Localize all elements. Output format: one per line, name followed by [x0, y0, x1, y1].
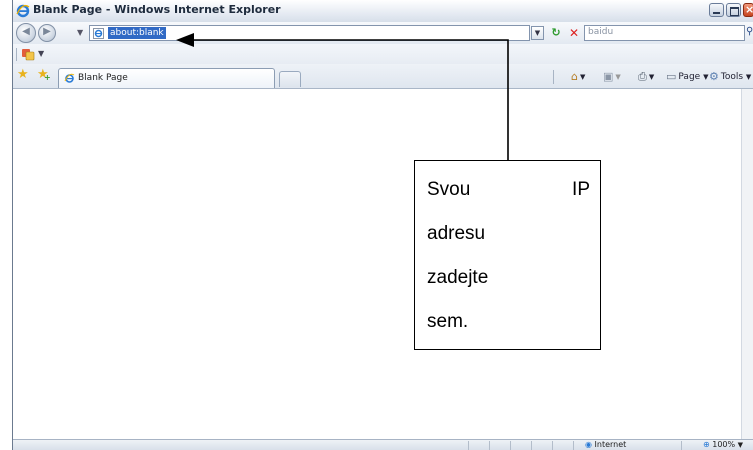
chevron-down-icon: ▼	[737, 441, 744, 449]
chevron-down-icon: ▼	[648, 73, 655, 81]
chevron-down-icon: ▼	[745, 73, 752, 81]
minimize-icon	[713, 12, 720, 14]
home-icon: ⌂	[571, 70, 578, 83]
status-divider	[489, 441, 490, 450]
page-menu-icon: ▭	[666, 70, 677, 83]
new-tab-button[interactable]	[279, 71, 301, 87]
stop-button[interactable]: ✕	[566, 25, 582, 41]
zoom-label: 100%	[712, 440, 736, 449]
status-divider	[552, 441, 553, 450]
navigation-bar: ◀ ▶ ▼ about:blank ▼ ↻ ✕ baidu ⚲	[13, 22, 753, 44]
address-dropdown-button[interactable]: ▼	[531, 26, 544, 40]
status-divider	[468, 441, 469, 450]
search-placeholder: baidu	[588, 27, 614, 37]
title-bar: Blank Page - Windows Internet Explorer ×	[13, 0, 753, 23]
maximize-button[interactable]	[726, 3, 741, 17]
page-icon	[64, 73, 75, 83]
tools-menu-label: Tools	[720, 72, 744, 82]
chevron-down-icon[interactable]: ▼	[38, 49, 44, 58]
page-icon	[93, 28, 104, 39]
toolbar-separator	[16, 48, 17, 61]
chevron-down-icon: ▼	[534, 29, 541, 37]
feeds-button[interactable]: ▣ ▼	[603, 70, 621, 83]
stop-icon: ✕	[568, 26, 580, 40]
close-icon: ×	[745, 3, 753, 16]
annotation-callout: Svou IP adresu zadejte sem.	[414, 160, 601, 350]
translate-icon[interactable]	[21, 47, 35, 61]
chevron-down-icon: ▼	[703, 73, 709, 81]
minimize-button[interactable]	[709, 3, 724, 17]
status-divider	[510, 441, 511, 450]
printer-icon: ⎙	[638, 70, 647, 83]
callout-word-svou: Svou	[427, 179, 471, 200]
refresh-button[interactable]: ↻	[548, 25, 564, 41]
ie-logo-icon	[16, 4, 30, 18]
feeds-icon: ▣	[603, 70, 614, 83]
maximize-icon	[730, 7, 739, 16]
callout-line-1: Svou IP	[427, 179, 590, 201]
tab-label: Blank Page	[78, 73, 128, 83]
zoom-icon: ⊕	[703, 440, 710, 449]
close-button[interactable]: ×	[743, 3, 753, 17]
callout-line-3: zadejte	[427, 267, 489, 288]
status-divider	[531, 441, 532, 450]
favorites-star-icon[interactable]: ★	[17, 67, 29, 82]
browser-window: Blank Page - Windows Internet Explorer ×…	[12, 0, 753, 450]
zone-label: Internet	[594, 440, 627, 449]
refresh-icon: ↻	[551, 26, 561, 39]
chevron-down-icon: ▼	[579, 73, 586, 81]
back-button[interactable]: ◀	[16, 23, 36, 43]
callout-line-4: sem.	[427, 311, 469, 332]
address-bar[interactable]: about:blank	[89, 25, 530, 41]
globe-icon: ◉	[585, 440, 592, 449]
tab-blank-page[interactable]: Blank Page	[58, 68, 275, 88]
vertical-scrollbar[interactable]	[741, 89, 753, 439]
status-bar: ◉ Internet ⊕ 100% ▼	[13, 439, 753, 450]
toolbar-row: ▼	[13, 44, 753, 65]
forward-button[interactable]: ▶	[38, 24, 56, 42]
home-button[interactable]: ⌂ ▼	[571, 70, 585, 83]
security-zone[interactable]: ◉ Internet	[585, 440, 626, 449]
forward-arrow-icon: ▶	[43, 26, 51, 37]
history-dropdown-icon[interactable]: ▼	[77, 28, 83, 37]
search-icon: ⚲	[746, 26, 753, 37]
gear-icon: ⚙	[709, 70, 719, 83]
tab-bar: ★ ★ + Blank Page ⌂ ▼ ▣ ▼ ⎙ ▼ ▭ Page ▼ ⚙ Tools	[13, 64, 753, 89]
chevron-down-icon: ▼	[615, 73, 621, 81]
tools-menu-button[interactable]: ⚙ Tools ▼	[709, 70, 751, 83]
search-box[interactable]: baidu	[584, 25, 745, 41]
callout-word-ip: IP	[572, 179, 590, 200]
zoom-control[interactable]: ⊕ 100% ▼	[703, 440, 743, 449]
toolbar-separator	[553, 70, 554, 84]
page-content[interactable]	[13, 89, 741, 439]
back-arrow-icon: ◀	[22, 26, 30, 37]
address-value: about:blank	[108, 27, 166, 39]
page-menu-button[interactable]: ▭ Page ▼	[666, 70, 708, 83]
status-divider	[573, 441, 574, 450]
status-divider	[681, 441, 682, 450]
callout-line-2: adresu	[427, 223, 486, 244]
search-button[interactable]: ⚲	[746, 26, 753, 40]
add-favorite-icon[interactable]: ★ +	[37, 67, 51, 82]
page-menu-label: Page	[678, 72, 701, 82]
window-title: Blank Page - Windows Internet Explorer	[33, 3, 281, 16]
print-button[interactable]: ⎙ ▼	[638, 70, 654, 84]
